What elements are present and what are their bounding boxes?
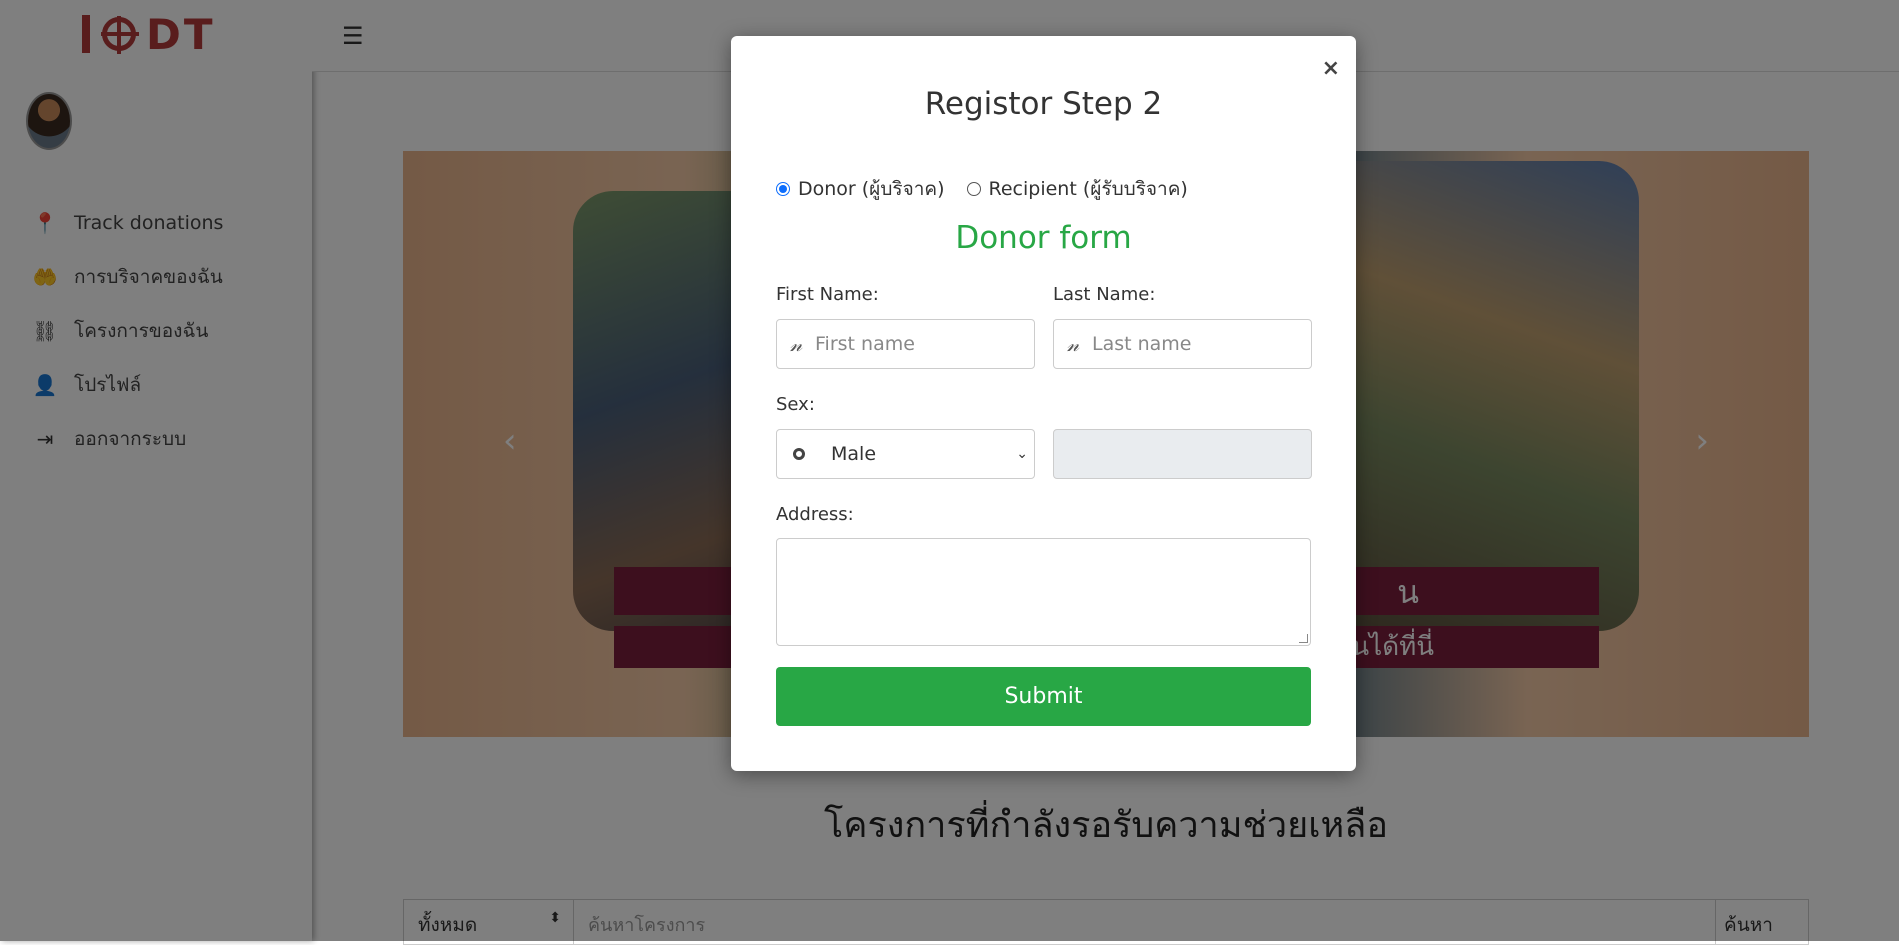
first-name-placeholder: First name [815,333,915,355]
address-label: Address: [776,504,854,525]
first-name-input[interactable]: 𝓃 First name [776,319,1035,369]
last-name-label: Last Name: [1053,284,1156,305]
disabled-field [1053,429,1312,479]
submit-button[interactable]: Submit [776,667,1311,726]
role-radio-group: Donor (ผู้บริจาค) Recipient (ผู้รับบริจา… [776,174,1210,204]
close-icon[interactable]: × [1322,56,1340,81]
address-textarea[interactable] [776,538,1311,646]
role-recipient-option[interactable]: Recipient (ผู้รับบริจาค) [966,174,1188,204]
last-name-input[interactable]: 𝓃 Last name [1053,319,1312,369]
role-donor-option[interactable]: Donor (ผู้บริจาค) [776,174,945,204]
recipient-radio[interactable] [966,182,981,196]
signature-icon: 𝓃 [789,332,803,356]
gender-ring-icon [793,448,805,460]
sex-label: Sex: [776,394,815,415]
form-title: Donor form [955,220,1132,256]
donor-radio[interactable] [776,182,790,196]
signature-icon: 𝓃 [1066,332,1080,356]
chevron-down-icon: ⌄ [1016,446,1028,462]
modal-title: Registor Step 2 [924,86,1163,122]
last-name-placeholder: Last name [1092,333,1192,355]
sex-select[interactable]: Male ⌄ [776,429,1035,479]
first-name-label: First Name: [776,284,879,305]
sex-select-value: Male [831,443,877,465]
register-step2-modal: × Registor Step 2 Donor (ผู้บริจาค) Reci… [731,36,1356,771]
resize-grip-icon[interactable] [1299,634,1308,643]
donor-radio-label: Donor (ผู้บริจาค) [798,178,945,200]
recipient-radio-label: Recipient (ผู้รับบริจาค) [988,178,1188,200]
